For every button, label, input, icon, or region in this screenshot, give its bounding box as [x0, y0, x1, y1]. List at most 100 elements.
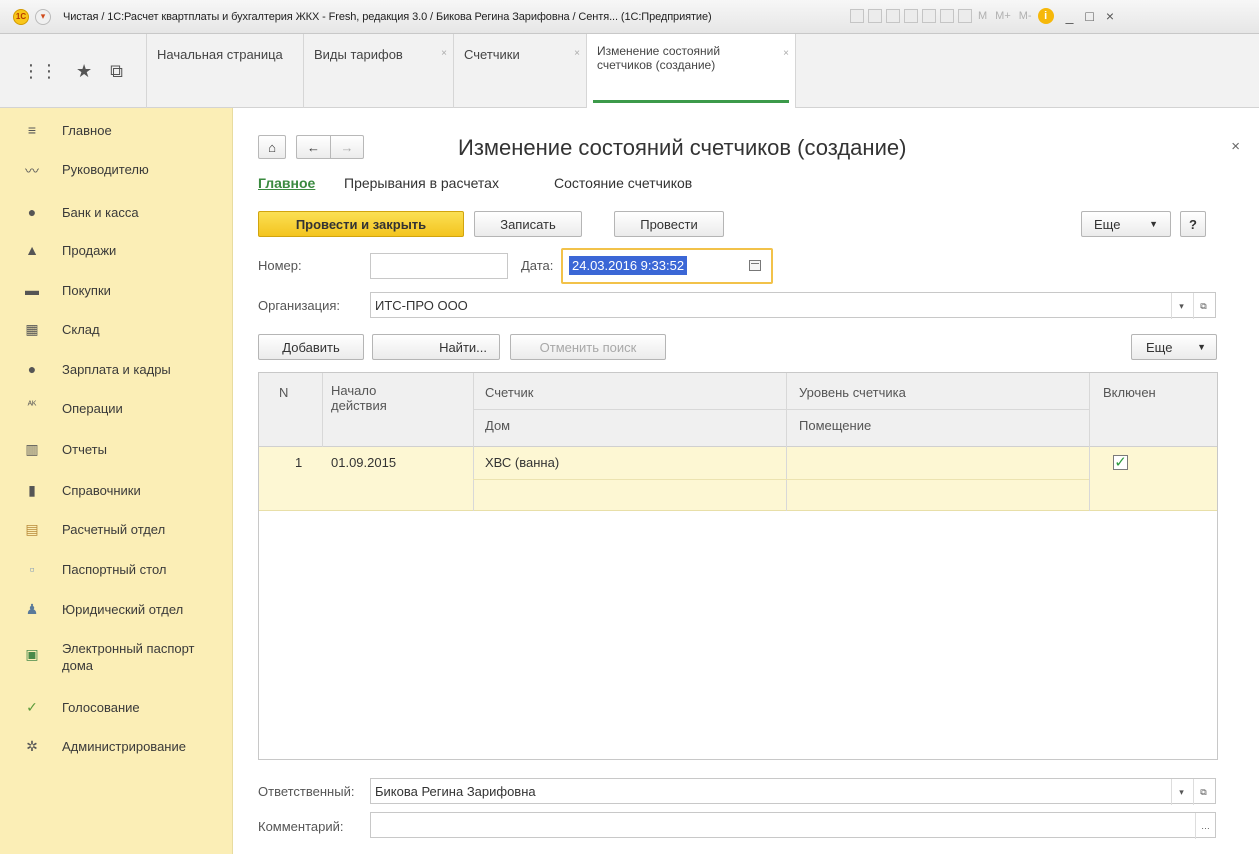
memory-minus-button[interactable]: M-: [1019, 10, 1032, 22]
info-icon[interactable]: i: [1037, 8, 1054, 24]
column-n[interactable]: N: [279, 385, 288, 400]
help-button[interactable]: ?: [1180, 211, 1206, 237]
sidebar-item-warehouse[interactable]: ▦ Склад: [22, 321, 99, 338]
sidebar-item-manager[interactable]: 〰 Руководителю: [22, 161, 149, 181]
apps-grid-icon[interactable]: ⋮⋮: [22, 61, 58, 82]
column-room[interactable]: Помещение: [799, 418, 871, 433]
forward-button[interactable]: →: [330, 135, 364, 159]
sidebar-item-directories[interactable]: ▮ Справочники: [22, 482, 141, 499]
comment-label: Комментарий:: [258, 819, 344, 834]
sidebar-item-passport-office[interactable]: ▫ Паспортный стол: [22, 561, 167, 578]
divider: [786, 373, 787, 447]
sections-sidebar: ≡ Главное 〰 Руководителю ● Банк и касса ▲ Пр…: [0, 108, 233, 854]
column-meter[interactable]: Счетчик: [485, 385, 534, 400]
more-actions-button[interactable]: Еще ▼: [1081, 211, 1171, 237]
tab-label: Виды тарифов: [314, 47, 403, 62]
divider: [1089, 447, 1090, 511]
add-row-button[interactable]: Добавить: [258, 334, 364, 360]
sidebar-item-legal[interactable]: ♟ Юридический отдел: [22, 601, 184, 618]
sidebar-item-main[interactable]: ≡ Главное: [22, 122, 112, 139]
subnav-main[interactable]: Главное: [258, 175, 315, 191]
number-field[interactable]: [370, 253, 508, 279]
sidebar-item-e-passport[interactable]: ▣ Электронный паспорт дома: [22, 640, 194, 674]
table-more-button[interactable]: Еще ▼: [1131, 334, 1217, 360]
subnav-meter-state[interactable]: Состояние счетчиков: [554, 175, 692, 191]
favorites-icon[interactable]: [904, 9, 918, 23]
tab-label-line2: счетчиков (создание): [597, 58, 716, 72]
calendar-icon[interactable]: [958, 9, 972, 23]
comment-field[interactable]: …: [370, 812, 1216, 839]
app-logo-icon[interactable]: 1С: [13, 8, 29, 25]
open-link-icon[interactable]: ⧉: [1193, 779, 1213, 805]
tab-home[interactable]: Начальная страница: [146, 34, 303, 108]
quick-panel: ⋮⋮ ★ ⧉: [0, 34, 146, 108]
history-icon[interactable]: ⧉: [110, 61, 123, 82]
favorites-star-icon[interactable]: ★: [76, 61, 92, 82]
sidebar-item-reports[interactable]: ▥ Отчеты: [22, 441, 107, 458]
column-start-date[interactable]: Начало действия: [331, 383, 387, 413]
cancel-search-button[interactable]: Отменить поиск: [510, 334, 666, 360]
close-tab-icon[interactable]: ×: [441, 48, 447, 59]
enabled-checkbox[interactable]: ✓: [1113, 455, 1128, 470]
memory-button[interactable]: M: [978, 10, 987, 22]
home-button[interactable]: ⌂: [258, 135, 286, 159]
cell-n[interactable]: 1: [295, 455, 302, 470]
save-icon[interactable]: [850, 9, 864, 23]
tab-tariff-types[interactable]: Виды тарифов ×: [303, 34, 453, 108]
sidebar-item-sales[interactable]: ▲ Продажи: [22, 242, 116, 259]
responsible-field[interactable]: Бикова Регина Зарифовна ▾ ⧉: [370, 778, 1216, 805]
sidebar-item-voting[interactable]: ✓ Голосование: [22, 699, 140, 716]
active-tab-indicator: [593, 100, 789, 103]
close-tab-icon[interactable]: ×: [574, 48, 580, 59]
trend-icon: 〰: [25, 163, 39, 179]
post-and-close-button[interactable]: Провести и закрыть: [258, 211, 464, 237]
minimize-button[interactable]: _: [1066, 8, 1074, 24]
link-icon[interactable]: [922, 9, 936, 23]
sidebar-item-billing[interactable]: ▤ Расчетный отдел: [22, 521, 165, 538]
subnav-interruptions[interactable]: Прерывания в расчетах: [344, 175, 499, 191]
dropdown-arrow-icon[interactable]: ▾: [1171, 779, 1191, 805]
sidebar-item-label: Покупки: [62, 283, 111, 298]
sidebar-item-label: Руководителю: [62, 162, 149, 177]
more-label: Еще: [1094, 216, 1121, 232]
tab-meter-state-change[interactable]: Изменение состояний счетчиков (создание)…: [586, 34, 796, 109]
back-button[interactable]: ←: [296, 135, 330, 159]
sidebar-item-label: Продажи: [62, 243, 117, 258]
organization-field[interactable]: ИТС-ПРО ООО ▾ ⧉: [370, 292, 1216, 319]
column-enabled[interactable]: Включен: [1103, 385, 1156, 400]
maximize-button[interactable]: □: [1085, 8, 1093, 24]
sidebar-item-admin[interactable]: ✲ Администрирование: [22, 738, 186, 755]
memory-plus-button[interactable]: M+: [995, 10, 1011, 22]
save-button[interactable]: Записать: [474, 211, 582, 237]
close-form-icon[interactable]: ×: [1231, 138, 1240, 155]
ellipsis-icon[interactable]: …: [1195, 813, 1215, 839]
sidebar-item-operations[interactable]: ᴬᴷ Операции: [22, 400, 123, 417]
divider: [473, 373, 474, 447]
organization-value: ИТС-ПРО ООО: [375, 297, 468, 313]
main-menu-icon[interactable]: ▾: [35, 8, 51, 25]
meters-table[interactable]: N Начало действия Счетчик Дом Уровень сче…: [258, 372, 1218, 760]
table-row[interactable]: 1 01.09.2015 ХВС (ванна) ✓: [259, 447, 1217, 511]
sidebar-item-bank[interactable]: ● Банк и касса: [22, 204, 139, 221]
cell-meter[interactable]: ХВС (ванна): [485, 455, 559, 470]
find-button[interactable]: Найти...: [372, 334, 500, 360]
column-meter-level[interactable]: Уровень счетчика: [799, 385, 906, 400]
close-window-button[interactable]: ×: [1106, 8, 1114, 24]
preview-icon[interactable]: [886, 9, 900, 23]
post-button[interactable]: Провести: [614, 211, 724, 237]
responsible-value: Бикова Регина Зарифовна: [375, 783, 536, 799]
calculator-icon[interactable]: [940, 9, 954, 23]
sidebar-item-payroll[interactable]: ● Зарплата и кадры: [22, 361, 171, 378]
vote-icon: ✓: [26, 699, 38, 715]
column-house[interactable]: Дом: [485, 418, 510, 433]
open-link-icon[interactable]: ⧉: [1193, 293, 1213, 319]
cell-start-date[interactable]: 01.09.2015: [331, 455, 396, 470]
dropdown-arrow-icon[interactable]: ▾: [1171, 293, 1191, 319]
close-tab-icon[interactable]: ×: [783, 48, 789, 59]
date-field[interactable]: 24.03.2016 9:33:52: [561, 248, 773, 284]
sidebar-item-purchases[interactable]: ▬ Покупки: [22, 282, 111, 299]
tab-meters[interactable]: Счетчики ×: [453, 34, 586, 108]
print-icon[interactable]: [868, 9, 882, 23]
warehouse-icon: ▦: [25, 321, 39, 337]
calendar-picker-icon[interactable]: [749, 260, 761, 271]
